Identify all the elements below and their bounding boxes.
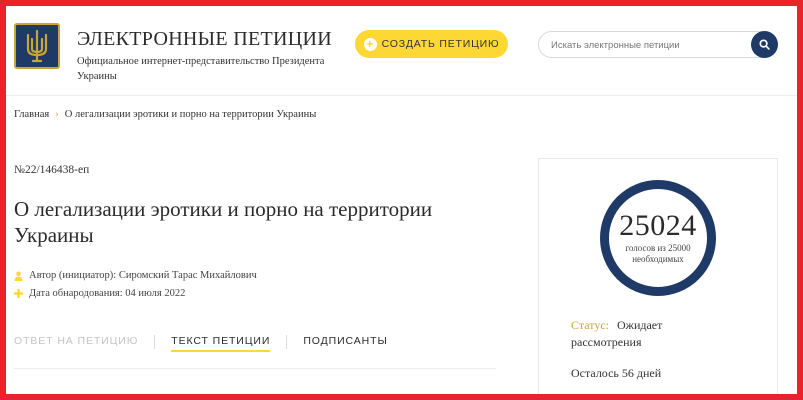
petition-author: Автор (инициатор): Сиромский Тарас Михай…: [14, 270, 257, 281]
search-box: [538, 31, 778, 58]
breadcrumb: Главная › О легализации эротики и порно на…: [14, 109, 316, 120]
tab-divider: [154, 335, 156, 349]
tab-answer[interactable]: ОТВЕТ НА ПЕТИЦИЮ: [14, 335, 138, 350]
chevron-right-icon: ›: [55, 109, 59, 120]
site-title[interactable]: ЭЛЕКТРОННЫЕ ПЕТИЦИИ: [77, 28, 332, 51]
plus-cross-icon: [14, 289, 23, 298]
user-icon: [14, 271, 23, 281]
tab-signers[interactable]: ПОДПИСАНТЫ: [303, 335, 387, 350]
search-icon: [759, 39, 770, 50]
create-petition-button[interactable]: + СОЗДАТЬ ПЕТИЦИЮ: [355, 30, 508, 58]
red-frame-bottom: [0, 394, 803, 400]
votes-circle: 25024 голосов из 25000 необходимых: [600, 180, 716, 296]
search-button[interactable]: [751, 31, 778, 58]
author-text: Автор (инициатор): Сиромский Тарас Михай…: [29, 270, 257, 281]
breadcrumb-home-link[interactable]: Главная: [14, 109, 49, 120]
trident-logo-icon[interactable]: [14, 23, 60, 69]
site-subtitle: Официальное интернет-представительство П…: [77, 56, 325, 82]
tab-text[interactable]: ТЕКСТ ПЕТИЦИИ: [171, 335, 271, 352]
date-text: Дата обнародования: 04 июля 2022: [29, 288, 186, 299]
plus-icon: +: [363, 37, 377, 51]
site-header: ЭЛЕКТРОННЫЕ ПЕТИЦИИ Официальное интернет…: [6, 6, 797, 96]
petition-sidebar: 25024 голосов из 25000 необходимых Стату…: [538, 158, 778, 400]
tab-divider: [286, 335, 288, 349]
petition-number: №22/146438-еп: [14, 164, 90, 176]
status-label: Статус:: [571, 318, 609, 332]
content-divider: [14, 368, 496, 369]
petition-status: Статус: Ожидает рассмотрения: [571, 317, 701, 351]
search-input[interactable]: [551, 37, 746, 53]
petition-tabs: ОТВЕТ НА ПЕТИЦИЮ ТЕКСТ ПЕТИЦИИ ПОДПИСАНТ…: [14, 335, 388, 355]
petition-date: Дата обнародования: 04 июля 2022: [14, 288, 185, 299]
breadcrumb-current: О легализации эротики и порно на террито…: [64, 109, 317, 120]
votes-count: 25024: [619, 209, 697, 242]
petition-title: О легализации эротики и порно на террито…: [14, 197, 433, 247]
create-petition-label: СОЗДАТЬ ПЕТИЦИЮ: [381, 38, 500, 50]
days-remaining: Осталось 56 дней: [571, 366, 662, 380]
votes-subtitle: голосов из 25000 необходимых: [625, 243, 691, 264]
